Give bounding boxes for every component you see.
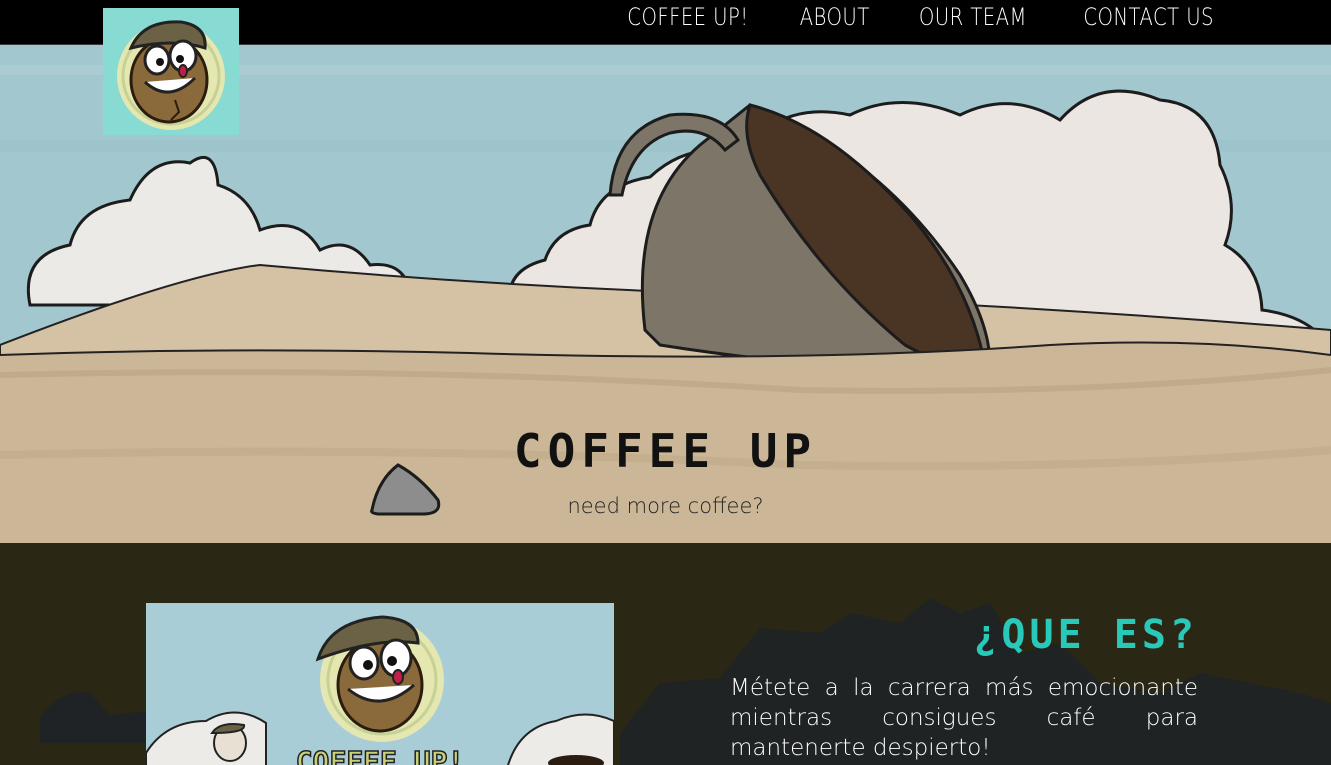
- nav-links: COFFEE UP! ABOUT OUR TEAM CONTACT US: [614, 0, 1228, 34]
- hero-title: COFFEE UP: [513, 424, 818, 478]
- nav-link-coffee-up[interactable]: COFFEE UP!: [627, 3, 748, 31]
- about-section: COFFEE UP! ¿QUE ES? Métete a la carrera …: [0, 543, 1331, 765]
- about-heading: ¿QUE ES?: [973, 612, 1198, 658]
- nav-link-our-team[interactable]: OUR TEAM: [919, 3, 1027, 31]
- about-image-text: COFFEE UP!: [296, 745, 465, 765]
- about-description: Métete a la carrera más emocionante mien…: [730, 675, 1198, 761]
- nav-link-about[interactable]: ABOUT: [799, 3, 869, 31]
- about-image: COFFEE UP!: [146, 603, 614, 765]
- nav-link-contact-us[interactable]: CONTACT US: [1083, 3, 1214, 31]
- logo[interactable]: [103, 8, 239, 135]
- hero-subtitle: need more coffee?: [567, 494, 764, 518]
- coffee-bean-mascot-icon: [117, 20, 225, 130]
- coffee-up-game-artwork: COFFEE UP!: [146, 603, 614, 765]
